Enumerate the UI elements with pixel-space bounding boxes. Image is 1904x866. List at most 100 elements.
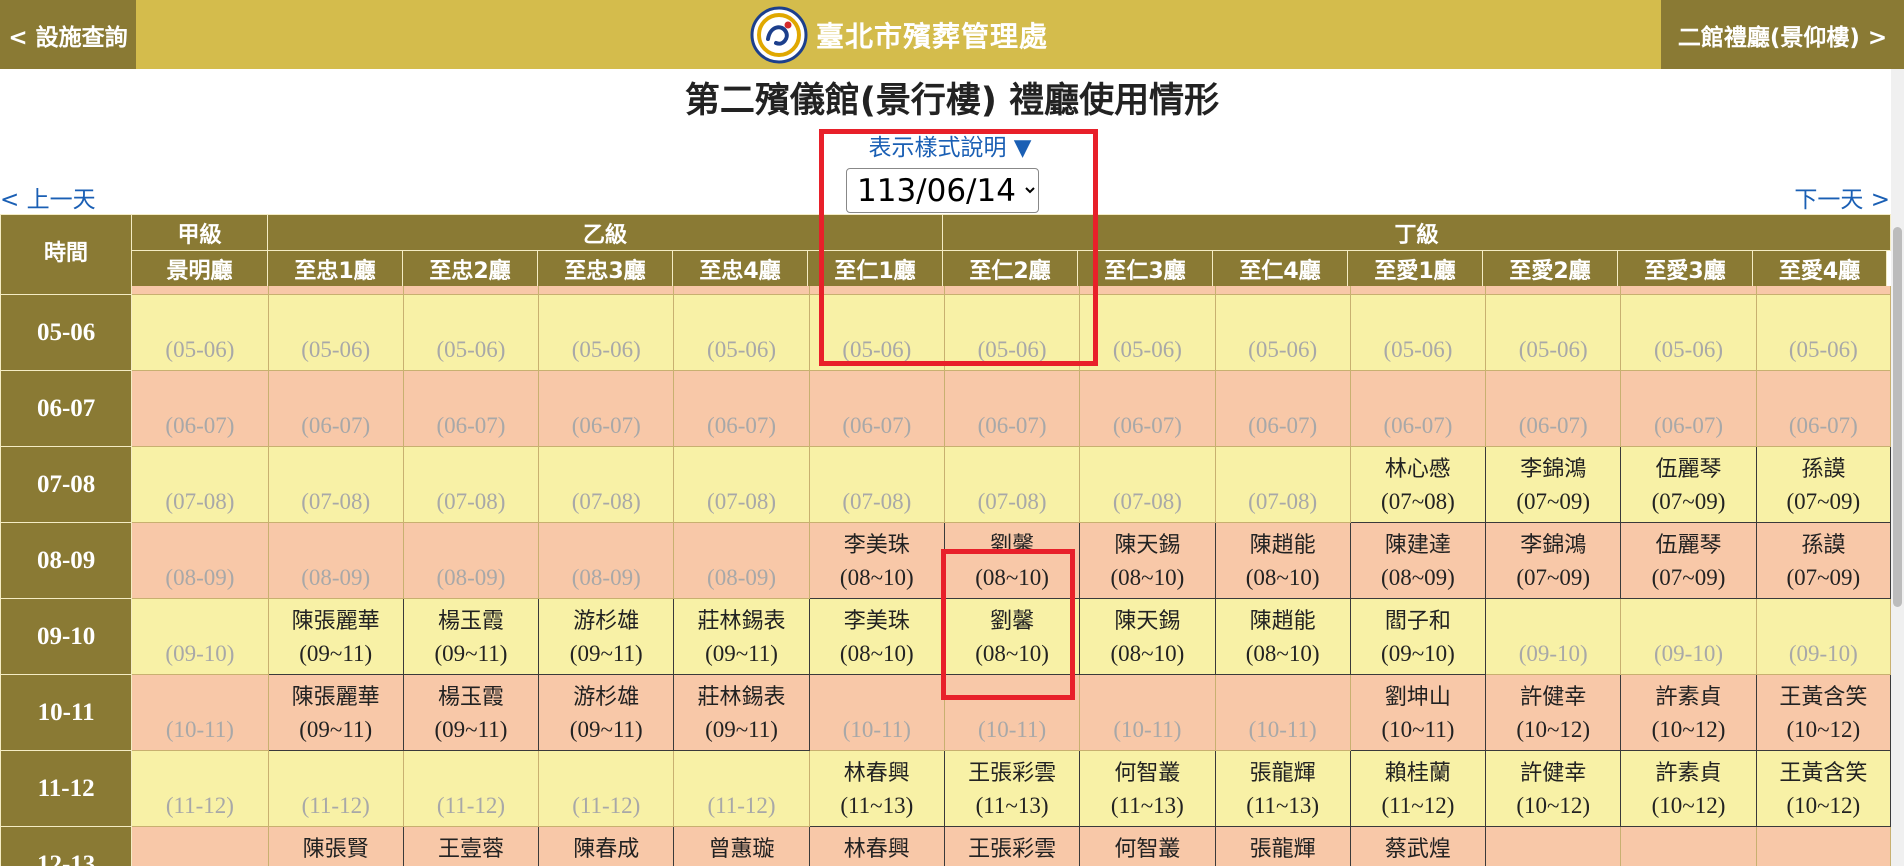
available-slot-cell[interactable]: (11-12) (267, 750, 404, 827)
available-slot-cell[interactable]: (05-06) (943, 294, 1081, 371)
booking-cell[interactable]: 王黃含笑 (10~12) (1755, 674, 1891, 751)
booking-cell[interactable]: 曾蕙璇(12~14) (673, 826, 810, 866)
scrollbar-thumb[interactable] (1893, 227, 1902, 607)
booking-cell[interactable]: 王黃含笑 (10~12) (1755, 750, 1891, 827)
available-slot-cell[interactable]: (08-09) (673, 522, 810, 599)
available-slot-cell[interactable]: (06-07) (402, 370, 540, 447)
brand[interactable]: 臺北市殯葬管理處 (750, 5, 1048, 65)
available-slot-cell[interactable]: (08-09) (402, 522, 540, 599)
available-slot-cell[interactable]: (10-11) (1079, 674, 1216, 751)
booking-cell[interactable]: 林心慼 (07~08) (1349, 446, 1487, 523)
available-slot-cell[interactable]: (05-06) (1079, 294, 1216, 371)
booking-cell[interactable]: 王張彩雲(11~13) (943, 826, 1081, 866)
available-slot-cell[interactable]: (05-06) (538, 294, 675, 371)
available-slot-cell[interactable]: (04-05) (267, 286, 404, 295)
available-slot-cell[interactable]: (07-08) (538, 446, 675, 523)
available-slot-cell[interactable]: (05-06) (1620, 294, 1757, 371)
previous-day-link[interactable]: < 上一天 (0, 180, 96, 214)
available-slot-cell[interactable]: (05-06) (1485, 294, 1622, 371)
available-slot-cell[interactable]: (07-08) (267, 446, 404, 523)
available-slot-cell[interactable]: (12-13) (131, 826, 269, 866)
available-slot-cell[interactable]: (06-07) (943, 370, 1081, 447)
available-slot-cell[interactable]: (07-08) (1214, 446, 1351, 523)
booking-cell[interactable]: 莊林錫表 (09~11) (673, 598, 810, 675)
available-slot-cell[interactable]: (05-06) (267, 294, 404, 371)
available-slot-cell[interactable]: (04-05) (673, 286, 810, 295)
available-slot-cell[interactable]: (04-05) (131, 286, 269, 295)
booking-cell[interactable]: 李錦鴻 (07~09) (1485, 522, 1622, 599)
available-slot-cell[interactable]: (06-07) (267, 370, 404, 447)
available-slot-cell[interactable]: (04-05) (538, 286, 675, 295)
available-slot-cell[interactable]: (06-07) (808, 370, 945, 447)
booking-cell[interactable]: 陳趙能 (08~10) (1214, 598, 1351, 675)
available-slot-cell[interactable]: (04-05) (1214, 286, 1351, 295)
page-scrollbar[interactable] (1891, 69, 1904, 866)
available-slot-cell[interactable]: (11-12) (131, 750, 269, 827)
booking-cell[interactable]: 王壹蓉(12~14) (402, 826, 540, 866)
available-slot-cell[interactable]: (06-07) (1485, 370, 1622, 447)
booking-cell[interactable]: 陳張麗華 (09~11) (267, 598, 404, 675)
booking-cell[interactable]: 閻子和 (09~10) (1349, 598, 1487, 675)
booking-cell[interactable]: 張龍輝(11~13) (1214, 750, 1351, 827)
available-slot-cell[interactable]: (12-13) (1755, 826, 1891, 866)
legend-toggle[interactable]: 表示樣式說明 ▼ (820, 128, 1080, 162)
booking-cell[interactable]: 賴桂蘭 (11~12) (1349, 750, 1487, 827)
available-slot-cell[interactable]: (04-05) (1485, 286, 1622, 295)
available-slot-cell[interactable]: (06-07) (673, 370, 810, 447)
booking-cell[interactable]: 陳張賢(12~14) (267, 826, 404, 866)
available-slot-cell[interactable]: (07-08) (943, 446, 1081, 523)
booking-cell[interactable]: 楊玉霞 (09~11) (402, 674, 540, 751)
booking-cell[interactable]: 林春興(11~13) (808, 750, 945, 827)
available-slot-cell[interactable]: (04-05) (808, 286, 945, 295)
available-slot-cell[interactable]: (12-13) (1620, 826, 1757, 866)
available-slot-cell[interactable]: (08-09) (131, 522, 269, 599)
available-slot-cell[interactable]: (06-07) (1079, 370, 1216, 447)
booking-cell[interactable]: 張龍輝(11~13) (1214, 826, 1351, 866)
booking-cell[interactable]: 陳天錫 (08~10) (1079, 598, 1216, 675)
booking-cell[interactable]: 伍麗琴 (07~09) (1620, 522, 1757, 599)
available-slot-cell[interactable]: (05-06) (808, 294, 945, 371)
available-slot-cell[interactable]: (05-06) (1755, 294, 1891, 371)
booking-cell[interactable]: 孫謨 (07~09) (1755, 446, 1891, 523)
available-slot-cell[interactable]: (06-07) (538, 370, 675, 447)
available-slot-cell[interactable]: (04-05) (943, 286, 1081, 295)
booking-cell[interactable]: 游杉雄 (09~11) (538, 598, 675, 675)
booking-cell[interactable]: 陳張麗華 (09~11) (267, 674, 404, 751)
available-slot-cell[interactable]: (10-11) (943, 674, 1081, 751)
booking-cell[interactable]: 許健幸 (10~12) (1485, 750, 1622, 827)
booking-cell[interactable]: 陳建達 (08~09) (1349, 522, 1487, 599)
available-slot-cell[interactable]: (09-10) (1755, 598, 1891, 675)
booking-cell[interactable]: 楊玉霞 (09~11) (402, 598, 540, 675)
booking-cell[interactable]: 陳趙能 (08~10) (1214, 522, 1351, 599)
available-slot-cell[interactable]: (08-09) (267, 522, 404, 599)
date-select[interactable]: 113/06/14 (846, 168, 1039, 213)
available-slot-cell[interactable]: (04-05) (1620, 286, 1757, 295)
available-slot-cell[interactable]: (07-08) (131, 446, 269, 523)
booking-cell[interactable]: 李美珠 (08~10) (808, 522, 945, 599)
available-slot-cell[interactable]: (11-12) (538, 750, 675, 827)
available-slot-cell[interactable]: (10-11) (808, 674, 945, 751)
available-slot-cell[interactable]: (05-06) (1349, 294, 1487, 371)
available-slot-cell[interactable]: (06-07) (131, 370, 269, 447)
available-slot-cell[interactable]: (09-10) (1620, 598, 1757, 675)
booking-cell[interactable]: 陳天錫 (08~10) (1079, 522, 1216, 599)
available-slot-cell[interactable]: (06-07) (1755, 370, 1891, 447)
available-slot-cell[interactable]: (04-05) (1349, 286, 1487, 295)
available-slot-cell[interactable]: (07-08) (673, 446, 810, 523)
booking-cell[interactable]: 陳春成(12~14) (538, 826, 675, 866)
available-slot-cell[interactable]: (11-12) (673, 750, 810, 827)
available-slot-cell[interactable]: (09-10) (131, 598, 269, 675)
available-slot-cell[interactable]: (04-05) (402, 286, 540, 295)
booking-cell[interactable]: 蔡武煌(12~13) (1349, 826, 1487, 866)
available-slot-cell[interactable]: (04-05) (1755, 286, 1891, 295)
available-slot-cell[interactable]: (05-06) (402, 294, 540, 371)
booking-cell[interactable]: 何智叢 (11~13) (1079, 750, 1216, 827)
hall-two-button[interactable]: 二館禮廳(景仰樓) > (1661, 0, 1904, 69)
booking-cell[interactable]: 劉馨 (08~10) (943, 598, 1081, 675)
available-slot-cell[interactable]: (11-12) (402, 750, 540, 827)
booking-cell[interactable]: 孫謨 (07~09) (1755, 522, 1891, 599)
booking-cell[interactable]: 林春興(11~13) (808, 826, 945, 866)
available-slot-cell[interactable]: (04-05) (1079, 286, 1216, 295)
available-slot-cell[interactable]: (10-11) (1214, 674, 1351, 751)
booking-cell[interactable]: 劉坤山 (10~11) (1349, 674, 1487, 751)
